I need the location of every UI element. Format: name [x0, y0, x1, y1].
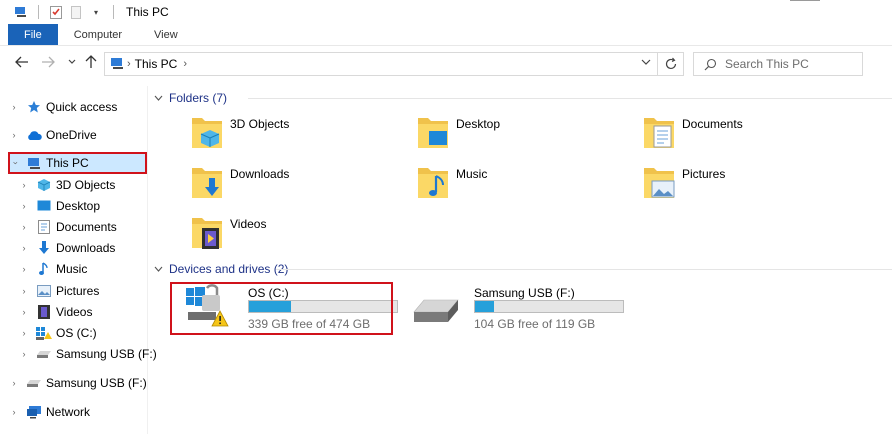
group-divider — [248, 98, 892, 99]
group-divider — [276, 269, 892, 270]
address-bar[interactable]: › This PC › — [104, 52, 658, 76]
content-pane: Folders (7) 3D Objects Desktop Documents… — [150, 86, 892, 434]
forward-arrow-icon[interactable] — [40, 54, 56, 70]
expand-chevron-icon[interactable]: › — [18, 264, 30, 274]
back-arrow-icon[interactable] — [14, 54, 30, 70]
window-title: This PC — [126, 5, 169, 19]
sidebar-item-onedrive[interactable]: › OneDrive — [8, 125, 97, 145]
highlight-box-os-drive — [170, 282, 393, 335]
videos-folder-icon — [192, 218, 222, 249]
picture-icon — [36, 283, 52, 299]
star-icon — [26, 99, 42, 115]
pictures-folder-icon — [644, 168, 675, 198]
sidebar-item-quick-access[interactable]: › Quick access — [8, 97, 118, 117]
group-header-folders[interactable]: Folders (7) — [154, 90, 227, 106]
recent-locations-chevron-icon[interactable] — [64, 54, 80, 70]
search-icon — [704, 58, 717, 71]
new-folder-icon[interactable] — [69, 5, 83, 19]
folder-pictures[interactable]: Pictures — [642, 164, 862, 210]
desktop-folder-icon — [418, 118, 448, 148]
toolbar-separator — [113, 5, 114, 19]
sidebar-item-network[interactable]: › Network — [8, 402, 91, 422]
sidebar-item-videos[interactable]: › Videos — [18, 302, 92, 322]
cube-folder-icon — [192, 118, 222, 148]
expand-chevron-icon[interactable]: › — [18, 328, 30, 338]
collapse-chevron-icon[interactable] — [154, 264, 163, 274]
tab-file[interactable]: File — [8, 24, 58, 45]
tab-view[interactable]: View — [138, 24, 194, 45]
cloud-icon — [26, 127, 42, 143]
collapse-chevron-icon[interactable] — [154, 93, 163, 103]
windows-drive-icon — [36, 325, 52, 341]
properties-icon[interactable] — [49, 5, 63, 19]
expand-chevron-icon[interactable]: › — [8, 378, 20, 388]
drive-free-space: 104 GB free of 119 GB — [474, 317, 596, 331]
usb-drive-icon — [26, 375, 42, 391]
usb-drive-icon — [36, 346, 52, 362]
music-folder-icon — [418, 168, 448, 198]
downloads-folder-icon — [192, 168, 222, 198]
navigation-bar: › This PC › Search This PC — [0, 46, 892, 80]
sidebar-item-documents[interactable]: › Documents — [18, 217, 117, 237]
refresh-icon[interactable] — [658, 52, 684, 76]
highlight-box-this-pc — [8, 152, 147, 174]
expand-chevron-icon[interactable]: › — [8, 407, 20, 417]
network-icon — [26, 404, 42, 420]
folder-3d-objects[interactable]: 3D Objects — [190, 114, 410, 160]
desktop-icon — [36, 198, 52, 214]
expand-chevron-icon[interactable]: › — [18, 201, 30, 211]
toolbar-separator — [38, 5, 39, 19]
expand-chevron-icon[interactable]: › — [8, 130, 20, 140]
drive-name: Samsung USB (F:) — [474, 286, 575, 300]
search-input[interactable]: Search This PC — [693, 52, 863, 76]
document-icon — [36, 219, 52, 235]
drive-samsung-usb[interactable]: Samsung USB (F:) 104 GB free of 119 GB — [412, 284, 632, 332]
expand-chevron-icon[interactable]: › — [8, 102, 20, 112]
expand-chevron-icon[interactable]: › — [18, 286, 30, 296]
sidebar-item-samsung-usb-child[interactable]: › Samsung USB (F:) — [18, 344, 157, 364]
window-edge-line — [790, 0, 820, 1]
title-bar: ▾ This PC — [0, 0, 892, 24]
drive-usage-fill — [475, 301, 494, 312]
sidebar-item-samsung-usb[interactable]: › Samsung USB (F:) — [8, 373, 147, 393]
folder-desktop[interactable]: Desktop — [416, 114, 636, 160]
sidebar-item-downloads[interactable]: › Downloads — [18, 238, 115, 258]
folder-downloads[interactable]: Downloads — [190, 164, 410, 210]
expand-chevron-icon[interactable]: › — [18, 243, 30, 253]
expand-chevron-icon[interactable]: › — [18, 222, 30, 232]
quick-access-toolbar: ▾ This PC — [14, 5, 169, 19]
sidebar-item-music[interactable]: › Music — [18, 259, 88, 279]
breadcrumb-this-pc[interactable]: This PC — [135, 57, 178, 71]
video-icon — [36, 304, 52, 320]
cube-icon — [36, 177, 52, 193]
customize-toolbar-icon[interactable]: ▾ — [89, 5, 103, 19]
expand-chevron-icon[interactable]: › — [18, 180, 30, 190]
download-icon — [36, 240, 52, 256]
music-icon — [36, 261, 52, 277]
ribbon-tabs: File Computer View — [0, 24, 892, 46]
expand-chevron-icon[interactable]: › — [18, 349, 30, 359]
breadcrumb-chevron-icon[interactable]: › — [183, 58, 187, 70]
folder-videos[interactable]: Videos — [190, 214, 410, 260]
expand-chevron-icon[interactable]: › — [18, 307, 30, 317]
tab-computer[interactable]: Computer — [58, 24, 138, 45]
computer-icon[interactable] — [14, 5, 28, 19]
documents-folder-icon — [644, 118, 674, 148]
up-arrow-icon[interactable] — [83, 54, 99, 70]
search-placeholder: Search This PC — [725, 57, 809, 71]
folder-music[interactable]: Music — [416, 164, 636, 210]
navigation-pane: › Quick access › OneDrive › This PC › 3D… — [0, 86, 157, 434]
usb-drive-icon — [413, 299, 459, 322]
sidebar-item-desktop[interactable]: › Desktop — [18, 196, 101, 216]
computer-icon — [109, 56, 125, 73]
sidebar-item-3d-objects[interactable]: › 3D Objects — [18, 175, 116, 195]
sidebar-item-pictures[interactable]: › Pictures — [18, 281, 100, 301]
address-dropdown-icon[interactable] — [641, 58, 651, 69]
drive-usage-bar — [474, 300, 624, 313]
breadcrumb-chevron-icon[interactable]: › — [127, 58, 131, 70]
folder-documents[interactable]: Documents — [642, 114, 862, 160]
sidebar-item-os-c[interactable]: › OS (C:) — [18, 323, 97, 343]
group-header-devices[interactable]: Devices and drives (2) — [154, 261, 288, 277]
